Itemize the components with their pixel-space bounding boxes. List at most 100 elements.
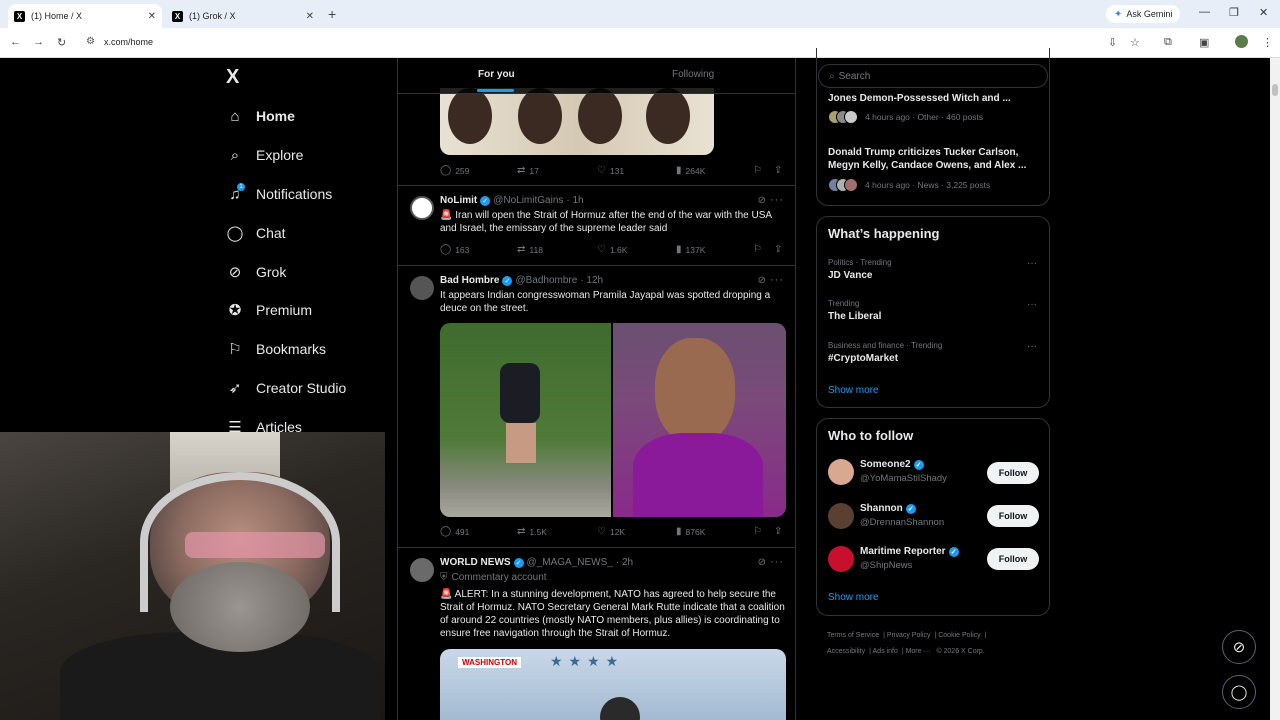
sidepanel-icon[interactable]: ▣	[1199, 36, 1209, 49]
post-image[interactable]	[440, 323, 786, 517]
trend-name[interactable]: JD Vance	[828, 270, 872, 281]
more-options-icon[interactable]: ···	[770, 274, 784, 286]
sidebar-item-explore[interactable]: ⌕ Explore	[226, 140, 304, 170]
avatar[interactable]	[410, 276, 434, 300]
more-options-icon[interactable]: ···	[770, 194, 784, 206]
post-author-handle[interactable]: @_MAGA_NEWS_	[527, 557, 613, 568]
browser-tab-grok[interactable]: X (1) Grok / X ✕	[166, 4, 320, 28]
sidebar-item-chat[interactable]: ◯ Chat	[226, 218, 286, 248]
footer-link[interactable]: More ···	[906, 648, 931, 655]
grok-fab-button[interactable]: ⊘	[1222, 630, 1256, 664]
news-item-title[interactable]: Donald Trump criticizes Tucker Carlson, …	[828, 146, 1038, 172]
grok-icon[interactable]: ⊘	[758, 275, 766, 286]
follow-user-name[interactable]: Someone2 ✓	[860, 459, 924, 470]
reload-icon[interactable]: ↻	[57, 36, 66, 49]
share-button[interactable]: ⇪	[774, 165, 782, 176]
post-time[interactable]: · 1h	[566, 195, 583, 206]
forward-icon[interactable]: →	[33, 36, 44, 48]
like-button[interactable]: ♡ 131	[597, 165, 624, 176]
repost-button[interactable]: ⇄ 118	[517, 244, 543, 255]
tab-following[interactable]: Following	[672, 69, 714, 80]
like-button[interactable]: ♡ 12K	[597, 526, 625, 537]
post-author-name[interactable]: NoLimit	[440, 195, 477, 206]
reply-button[interactable]: ◯ 491	[440, 526, 469, 537]
like-button[interactable]: ♡ 1.6K	[597, 244, 627, 255]
sidebar-item-notifications[interactable]: ♫ 1 Notifications	[226, 179, 332, 209]
install-icon[interactable]: ⇩	[1108, 36, 1117, 49]
repost-button[interactable]: ⇄ 17	[517, 165, 539, 176]
x-logo[interactable]: X	[226, 66, 239, 89]
footer-link[interactable]: Privacy Policy	[887, 632, 931, 639]
trend-name[interactable]: #CryptoMarket	[828, 353, 898, 364]
footer-link[interactable]: Terms of Service	[827, 632, 879, 639]
close-window-icon[interactable]: ✕	[1259, 6, 1268, 19]
views-button[interactable]: ▮ 264K	[676, 165, 705, 176]
sidebar-item-home[interactable]: ⌂ Home	[226, 101, 294, 131]
more-options-icon[interactable]: ···	[1027, 258, 1037, 269]
more-options-icon[interactable]: ···	[1027, 299, 1037, 310]
profile-avatar[interactable]	[1235, 35, 1248, 48]
ask-gemini-button[interactable]: ✦ Ask Gemini	[1106, 5, 1181, 23]
page-scrollbar[interactable]	[1270, 58, 1280, 720]
post-author-handle[interactable]: @NoLimitGains	[493, 195, 563, 206]
avatar[interactable]	[828, 503, 854, 529]
show-more-link[interactable]: Show more	[828, 385, 879, 396]
views-button[interactable]: ▮ 876K	[676, 526, 705, 537]
follow-user-name[interactable]: Shannon ✓	[860, 503, 916, 514]
footer-link[interactable]: Ads info	[873, 648, 898, 655]
follow-button[interactable]: Follow	[987, 548, 1039, 570]
close-tab-icon[interactable]: ✕	[148, 11, 156, 22]
site-info-icon[interactable]: ⚙	[86, 36, 95, 47]
share-button[interactable]: ⇪	[774, 244, 782, 255]
browser-menu-icon[interactable]: ⋮	[1262, 36, 1273, 49]
post-card[interactable]: NoLimit ✓ @NoLimitGains · 1h ⊘ ··· 🚨 Ira…	[398, 186, 795, 266]
follow-user-name[interactable]: Maritime Reporter ✓	[860, 546, 959, 557]
post-card[interactable]: WORLD NEWS ✓ @_MAGA_NEWS_ · 2h ⊘ ··· ⛨ C…	[398, 548, 795, 720]
bookmark-button[interactable]: ⚐	[753, 526, 762, 537]
footer-link[interactable]: Cookie Policy	[938, 632, 980, 639]
avatar[interactable]	[410, 558, 434, 582]
bookmark-star-icon[interactable]: ☆	[1130, 36, 1140, 49]
post-time[interactable]: · 12h	[580, 275, 603, 286]
scrollbar-thumb[interactable]	[1272, 84, 1278, 96]
share-button[interactable]: ⇪	[774, 526, 782, 537]
follow-button[interactable]: Follow	[987, 505, 1039, 527]
news-item-title[interactable]: Jones Demon-Possessed Witch and ...	[828, 92, 1038, 105]
sidebar-item-bookmarks[interactable]: ⚐ Bookmarks	[226, 334, 326, 364]
new-tab-button[interactable]: +	[328, 6, 336, 22]
post-author-name[interactable]: WORLD NEWS	[440, 557, 511, 568]
reply-button[interactable]: ◯ 259	[440, 165, 469, 176]
post-author-name[interactable]: Bad Hombre	[440, 275, 499, 286]
chat-fab-button[interactable]: ◯	[1222, 675, 1256, 709]
post-card[interactable]: Bad Hombre ✓ @Badhombre · 12h ⊘ ··· It a…	[398, 266, 795, 548]
tab-for-you[interactable]: For you	[478, 69, 515, 80]
more-options-icon[interactable]: ···	[1027, 341, 1037, 352]
more-options-icon[interactable]: ···	[770, 556, 784, 568]
views-button[interactable]: ▮ 137K	[676, 244, 705, 255]
bookmark-button[interactable]: ⚐	[753, 244, 762, 255]
sidebar-item-grok[interactable]: ⊘ Grok	[226, 257, 287, 287]
back-icon[interactable]: ←	[10, 36, 21, 48]
maximize-icon[interactable]: ❐	[1229, 6, 1239, 19]
extensions-icon[interactable]: ⧉	[1164, 36, 1172, 49]
footer-link[interactable]: Accessibility	[827, 648, 865, 655]
post-video-thumbnail[interactable]: WASHINGTON ★★★★	[440, 649, 786, 720]
trend-name[interactable]: The Liberal	[828, 311, 881, 322]
avatar[interactable]	[828, 459, 854, 485]
bookmark-button[interactable]: ⚐	[753, 165, 762, 176]
close-tab-icon[interactable]: ✕	[306, 11, 314, 22]
sidebar-item-creator-studio[interactable]: ➶ Creator Studio	[226, 373, 347, 403]
follow-button[interactable]: Follow	[987, 462, 1039, 484]
minimize-icon[interactable]: —	[1199, 6, 1210, 18]
browser-tab-home[interactable]: X (1) Home / X ✕	[8, 4, 162, 28]
show-more-link[interactable]: Show more	[828, 592, 879, 603]
post-time[interactable]: · 2h	[616, 557, 633, 568]
address-bar[interactable]: x.com/home	[104, 37, 153, 47]
repost-button[interactable]: ⇄ 1.5K	[517, 526, 547, 537]
reply-button[interactable]: ◯ 163	[440, 244, 469, 255]
grok-icon[interactable]: ⊘	[758, 557, 766, 568]
avatar[interactable]	[410, 196, 434, 220]
grok-icon[interactable]: ⊘	[758, 195, 766, 206]
post-image[interactable]	[440, 88, 714, 155]
sidebar-item-premium[interactable]: ✪ Premium	[226, 295, 312, 325]
